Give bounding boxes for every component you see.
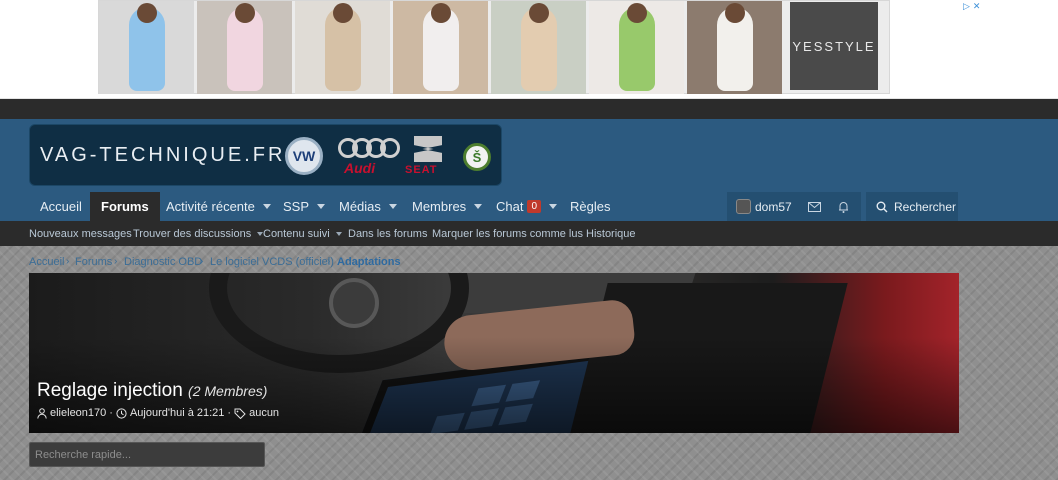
ad-photo[interactable] (687, 1, 782, 94)
close-icon[interactable]: ✕ (973, 1, 981, 11)
nav-ssp[interactable]: SSP (283, 192, 326, 221)
thread-date[interactable]: Aujourd'hui à 21:21 (130, 407, 224, 419)
nav-label: Activité récente (166, 199, 255, 214)
nav-label: Médias (339, 199, 381, 214)
search-button[interactable]: Rechercher (866, 192, 958, 221)
subnav-label: Marquer les forums comme lus (432, 227, 583, 240)
breadcrumb-forums[interactable]: Forums (75, 256, 112, 268)
thread-members-count: (2 Membres) (188, 383, 268, 399)
adchoices-icon[interactable]: ▷ (963, 1, 970, 11)
subnav-label: Dans les forums (348, 227, 428, 240)
clock-icon (116, 407, 127, 419)
breadcrumb-adaptations[interactable]: Adaptations (337, 256, 401, 268)
nav-forums[interactable]: Forums (90, 192, 160, 221)
search-icon (876, 201, 888, 212)
nav-label: Membres (412, 199, 467, 214)
thread-meta: elieleon170 · Aujourd'hui à 21:21 · aucu… (37, 407, 279, 419)
ad-photo[interactable] (393, 1, 488, 94)
chevron-right-icon: › (114, 256, 118, 267)
nav-label: Accueil (40, 199, 82, 214)
nav-regles[interactable]: Règles (570, 192, 610, 221)
vw-logo-icon: VW (285, 137, 323, 175)
nav-label: SSP (283, 199, 310, 214)
subnav-historique[interactable]: Historique (586, 221, 636, 246)
chevron-right-icon: › (327, 256, 331, 267)
caret-down-icon[interactable] (335, 231, 342, 236)
thread-author[interactable]: elieleon170 (50, 407, 106, 419)
ad-controls[interactable]: ▷ ✕ (963, 1, 987, 11)
ad-photo[interactable] (589, 1, 684, 94)
chevron-right-icon: › (200, 256, 204, 267)
subnav-marquer-lus[interactable]: Marquer les forums comme lus (432, 221, 583, 246)
quick-search-input[interactable] (29, 442, 265, 467)
subnav-label: Nouveaux messages (29, 227, 132, 240)
caret-down-icon[interactable] (474, 204, 483, 209)
nav-chat[interactable]: Chat 0 (496, 192, 558, 221)
bell-icon[interactable] (838, 201, 849, 213)
caret-down-icon[interactable] (262, 204, 271, 209)
site-logo-text[interactable]: VAG-TECHNIQUE.FR (40, 144, 285, 167)
nav-activite-recente[interactable]: Activité récente (166, 192, 271, 221)
avatar[interactable] (736, 199, 751, 214)
ad-photo[interactable] (295, 1, 390, 94)
seat-logo-text: SEAT (405, 164, 438, 176)
nav-label: Forums (101, 199, 149, 214)
tags-icon (234, 408, 246, 419)
thread-title: Reglage injection (2 Membres) (37, 380, 267, 402)
chevron-right-icon: › (66, 256, 70, 267)
skoda-logo-icon: Š (463, 143, 491, 171)
nav-membres[interactable]: Membres (412, 192, 483, 221)
thread-header-banner: Reglage injection (2 Membres) elieleon17… (29, 273, 959, 433)
breadcrumb-vcds[interactable]: Le logiciel VCDS (officiel) (210, 256, 334, 268)
user-menu[interactable]: dom57 (727, 192, 861, 221)
ad-zone: ▷ ✕ YESSTYLE (0, 0, 1058, 99)
caret-down-icon[interactable] (317, 204, 326, 209)
nav-medias[interactable]: Médias (339, 192, 397, 221)
user-icon (37, 407, 47, 419)
subnav-label: Contenu suivi (263, 227, 330, 240)
nav-label: Chat (496, 199, 524, 214)
ad-photo[interactable] (99, 1, 194, 94)
thread-tags[interactable]: aucun (249, 407, 279, 419)
breadcrumb-accueil[interactable]: Accueil (29, 256, 64, 268)
breadcrumb-diagnostic-obd[interactable]: Diagnostic OBD (124, 256, 202, 268)
audi-rings-icon (338, 138, 400, 158)
subnav-trouver-discussions[interactable]: Trouver des discussions (133, 221, 264, 246)
ad-photo[interactable] (491, 1, 586, 94)
ad-brand-logo[interactable]: YESSTYLE (790, 2, 878, 90)
subnav-contenu-suivi[interactable]: Contenu suivi (263, 221, 342, 246)
subnav-label: Trouver des discussions (133, 227, 252, 240)
search-label: Rechercher (894, 199, 957, 214)
thread-title-text: Reglage injection (37, 380, 183, 401)
caret-down-icon[interactable] (549, 204, 558, 209)
subnav-dans-les-forums[interactable]: Dans les forums (348, 221, 427, 246)
nav-label: Règles (570, 199, 611, 214)
caret-down-icon[interactable] (388, 204, 397, 209)
subnav-nouveaux-messages[interactable]: Nouveaux messages (29, 221, 132, 246)
top-bar (0, 99, 1058, 119)
ad-photo[interactable] (197, 1, 292, 94)
username[interactable]: dom57 (755, 200, 792, 214)
nav-accueil[interactable]: Accueil (40, 192, 82, 221)
audi-logo-text: Audi (344, 160, 376, 176)
ad-banner[interactable]: ▷ ✕ (98, 0, 980, 94)
envelope-icon[interactable] (807, 201, 821, 212)
chat-count-badge: 0 (527, 200, 542, 213)
subnav-label: Historique (586, 227, 636, 240)
